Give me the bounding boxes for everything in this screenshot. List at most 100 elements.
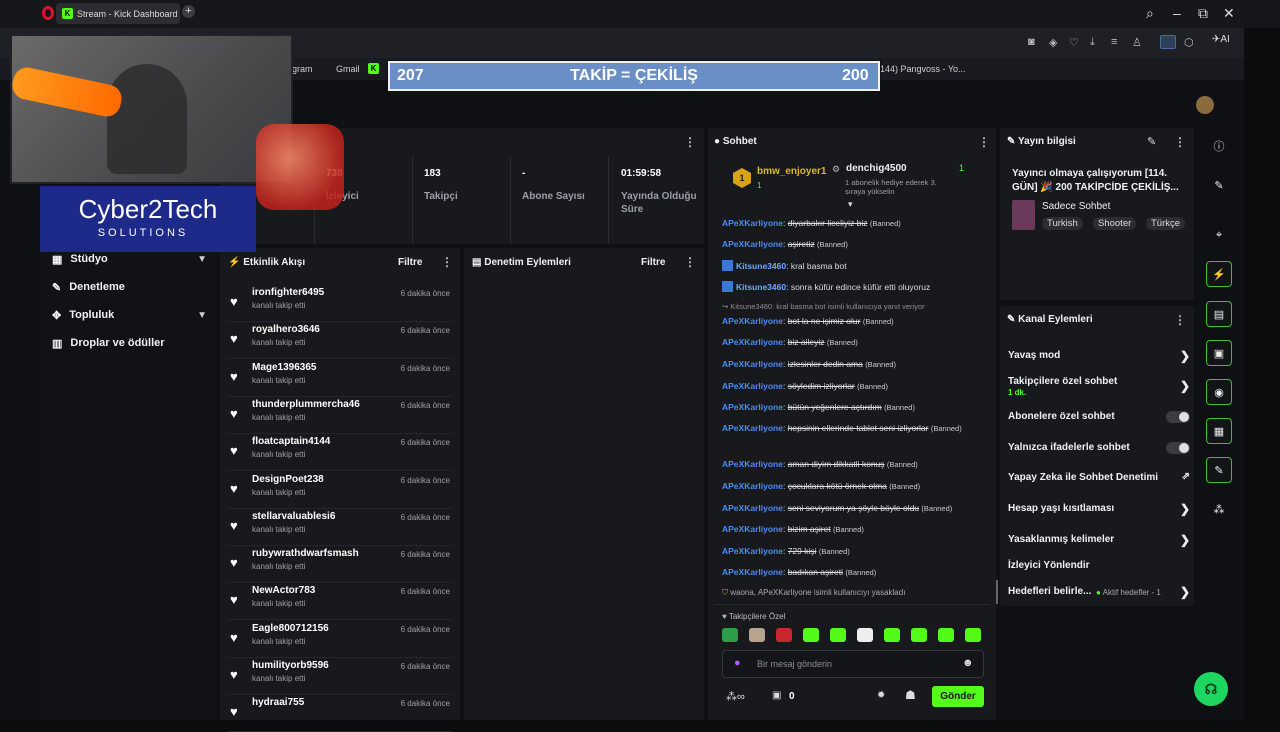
pencil-icon[interactable]: ✎ xyxy=(1206,172,1232,198)
bot-icon[interactable]: ☗ xyxy=(905,688,916,702)
chat-message[interactable]: APeXKarliyone: izlesinler dedin ama (Ban… xyxy=(722,358,987,371)
new-tab-button[interactable]: + xyxy=(182,5,195,18)
emote-icon[interactable] xyxy=(776,628,792,642)
subs-chat-toggle[interactable] xyxy=(1166,411,1190,423)
shield-icon[interactable]: ◈ xyxy=(1049,36,1057,49)
follower-name[interactable]: ironfighter6495 xyxy=(252,287,324,298)
emote-icon[interactable] xyxy=(803,628,819,642)
chat-username[interactable]: APeXKarliyone xyxy=(722,503,783,513)
heart-icon[interactable]: ♡ xyxy=(1069,36,1079,49)
ai-assistant-button[interactable]: ✈AI xyxy=(1212,34,1230,45)
moderation-menu-icon[interactable]: ⋮ xyxy=(684,255,696,269)
tag-chip[interactable]: Türkçe xyxy=(1146,217,1186,230)
emote-icon[interactable] xyxy=(911,628,927,642)
raid-row[interactable]: İzleyici Yönlendir xyxy=(1008,560,1190,571)
followers-chat-row[interactable]: Takipçilere özel sohbet ❯ xyxy=(1008,376,1190,393)
follower-name[interactable]: floatcaptain4144 xyxy=(252,436,330,447)
chat-username[interactable]: APeXKarliyone xyxy=(722,481,783,491)
lightning-icon[interactable]: ⚡ xyxy=(1206,261,1232,287)
activity-filter-button[interactable]: Filtre xyxy=(398,257,422,268)
chat-icon[interactable]: ▣ xyxy=(1206,340,1232,366)
maximize-icon[interactable]: ⧉ xyxy=(1198,5,1208,22)
activity-row[interactable]: ♥ DesignPoet238 kanalı takip etti 6 dakika … xyxy=(228,472,452,509)
emoji-picker-icon[interactable]: ☻ xyxy=(962,657,974,669)
chat-message[interactable]: APeXKarliyone: bot la ne işimiz olur (Ba… xyxy=(722,315,987,328)
follower-name[interactable]: humilityorb9596 xyxy=(252,660,329,671)
chat-username[interactable]: Kitsune3460 xyxy=(736,261,786,271)
activity-row[interactable]: ♥ Mage1396365 kanalı takip etti 6 dakika ön… xyxy=(228,360,452,397)
edit-pencil-icon[interactable]: ✎ xyxy=(1147,135,1156,148)
follower-name[interactable]: NewActor783 xyxy=(252,585,315,596)
chat-username[interactable]: APeXKarliyone xyxy=(722,337,783,347)
follower-name[interactable]: hydraai755 xyxy=(252,697,304,708)
mic-icon[interactable]: ● xyxy=(734,657,741,669)
close-icon[interactable]: ✕ xyxy=(1223,5,1235,22)
chat-message[interactable]: APeXKarliyone: aman diyim dikkatli konuş… xyxy=(722,458,987,471)
broadcast-icon[interactable]: ◉ xyxy=(1206,379,1232,405)
emote-icon[interactable] xyxy=(965,628,981,642)
follower-name[interactable]: DesignPoet238 xyxy=(252,474,324,485)
ai-moderation-row[interactable]: Yapay Zeka ile Sohbet Denetimi ⇗ xyxy=(1008,471,1190,483)
chat-settings-icon[interactable]: ✹ xyxy=(877,690,885,701)
subs-chat-row[interactable]: Abonelere özel sohbet xyxy=(1008,411,1190,423)
search-icon[interactable]: ⌕ xyxy=(1146,5,1154,22)
follower-name[interactable]: Mage1396365 xyxy=(252,362,317,373)
send-button[interactable]: Gönder xyxy=(932,686,984,707)
bookmark-kick[interactable]: K xyxy=(368,63,379,74)
chat-username[interactable]: APeXKarliyone xyxy=(722,218,783,228)
chat-collapse-icon[interactable]: ▾ xyxy=(848,199,853,210)
wrench-tool-icon[interactable]: ✎ xyxy=(1206,457,1232,483)
emotes-only-toggle[interactable] xyxy=(1166,442,1190,454)
chat-username[interactable]: APeXKarliyone xyxy=(722,459,783,469)
leaderboard-user-2[interactable]: denchig4500 xyxy=(846,163,907,174)
activity-row[interactable]: ♥ NewActor783 kanalı takip etti 6 dakika ön… xyxy=(228,583,452,621)
chat-username[interactable]: APeXKarliyone xyxy=(722,316,783,326)
emote-icon[interactable] xyxy=(722,628,738,642)
cube-icon[interactable]: ⬡ xyxy=(1184,36,1194,49)
follower-name[interactable]: stellarvaluablesi6 xyxy=(252,511,335,522)
chat-username[interactable]: Kitsune3460 xyxy=(736,282,786,292)
emote-icon[interactable] xyxy=(830,628,846,642)
bookmark-gram[interactable]: gram xyxy=(292,64,313,74)
activity-row[interactable]: ♥ Eagle800712156 kanalı takip etti 6 dakika… xyxy=(228,621,452,658)
activity-menu-icon[interactable]: ⋮ xyxy=(441,255,453,269)
community-icon[interactable]: ⁂∞ xyxy=(726,690,745,703)
browser-tab-kick[interactable]: K Stream - Kick Dashboard xyxy=(56,3,180,24)
chat-message[interactable]: APeXKarliyone: aşiretiz (Banned) xyxy=(722,238,987,251)
emote-icon[interactable] xyxy=(857,628,873,642)
nav-item-community[interactable]: ✥ Topluluk ▼ xyxy=(52,305,207,325)
chat-message[interactable]: APeXKarliyone: hepsinin ellerinde tablet… xyxy=(722,422,987,435)
activity-row[interactable]: ♥ ironfighter6495 kanalı takip etti 6 dakik… xyxy=(228,285,452,322)
chat-message[interactable]: APeXKarliyone: söyledim izliyorlar (Bann… xyxy=(722,380,987,393)
user-avatar[interactable] xyxy=(1196,96,1214,114)
focus-icon[interactable]: ⌖ xyxy=(1206,222,1232,248)
minimize-icon[interactable]: – xyxy=(1173,5,1181,21)
chat-message[interactable]: APeXKarliyone: seni seviyorum ya şöyle b… xyxy=(722,502,987,515)
chat-message[interactable]: APeXKarliyone: diyarbakır liceliyiz biz … xyxy=(722,217,987,230)
banned-words-row[interactable]: Yasaklanmış kelimeler ❯ xyxy=(1008,533,1190,547)
activity-row[interactable]: ♥ royalhero3646 kanalı takip etti 6 dakika … xyxy=(228,322,452,360)
download-icon[interactable]: ⤓ xyxy=(1090,36,1095,49)
nav-item-drops[interactable]: ▥ Droplar ve ödüller xyxy=(52,333,207,353)
chat-username[interactable]: APeXKarliyone xyxy=(722,524,783,534)
chat-message[interactable]: APeXKarliyone: biz aileyiz (Banned) xyxy=(722,336,987,349)
channel-actions-menu-icon[interactable]: ⋮ xyxy=(1174,313,1186,327)
chat-menu-icon[interactable]: ⋮ xyxy=(978,135,990,149)
info-icon[interactable]: ⓘ xyxy=(1206,133,1232,159)
chat-username[interactable]: APeXKarliyone xyxy=(722,567,783,577)
slow-mode-row[interactable]: Yavaş mod ❯ xyxy=(1008,349,1190,363)
profile-icon[interactable]: ♙ xyxy=(1132,36,1142,49)
bookmark-gmail[interactable]: Gmail xyxy=(336,64,360,74)
chat-username[interactable]: APeXKarliyone xyxy=(722,423,783,433)
emote-icon[interactable] xyxy=(749,628,765,642)
activity-row[interactable]: ♥ thunderplummercha46 kanalı takip etti 6 d… xyxy=(228,397,452,434)
chat-message[interactable]: Kitsune3460: kral basma bot xyxy=(722,260,987,272)
chat-username[interactable]: APeXKarliyone xyxy=(722,546,783,556)
stats-menu-icon[interactable]: ⋮ xyxy=(684,135,696,149)
opera-logo-icon[interactable] xyxy=(42,6,54,20)
chat-message[interactable]: APeXKarliyone: bizim aşiret (Banned) xyxy=(722,523,987,536)
extension-icon[interactable] xyxy=(1160,35,1176,49)
chat-username[interactable]: APeXKarliyone xyxy=(722,239,783,249)
tag-chip[interactable]: Turkish xyxy=(1042,217,1083,230)
chat-scrollbar[interactable] xyxy=(996,580,998,604)
